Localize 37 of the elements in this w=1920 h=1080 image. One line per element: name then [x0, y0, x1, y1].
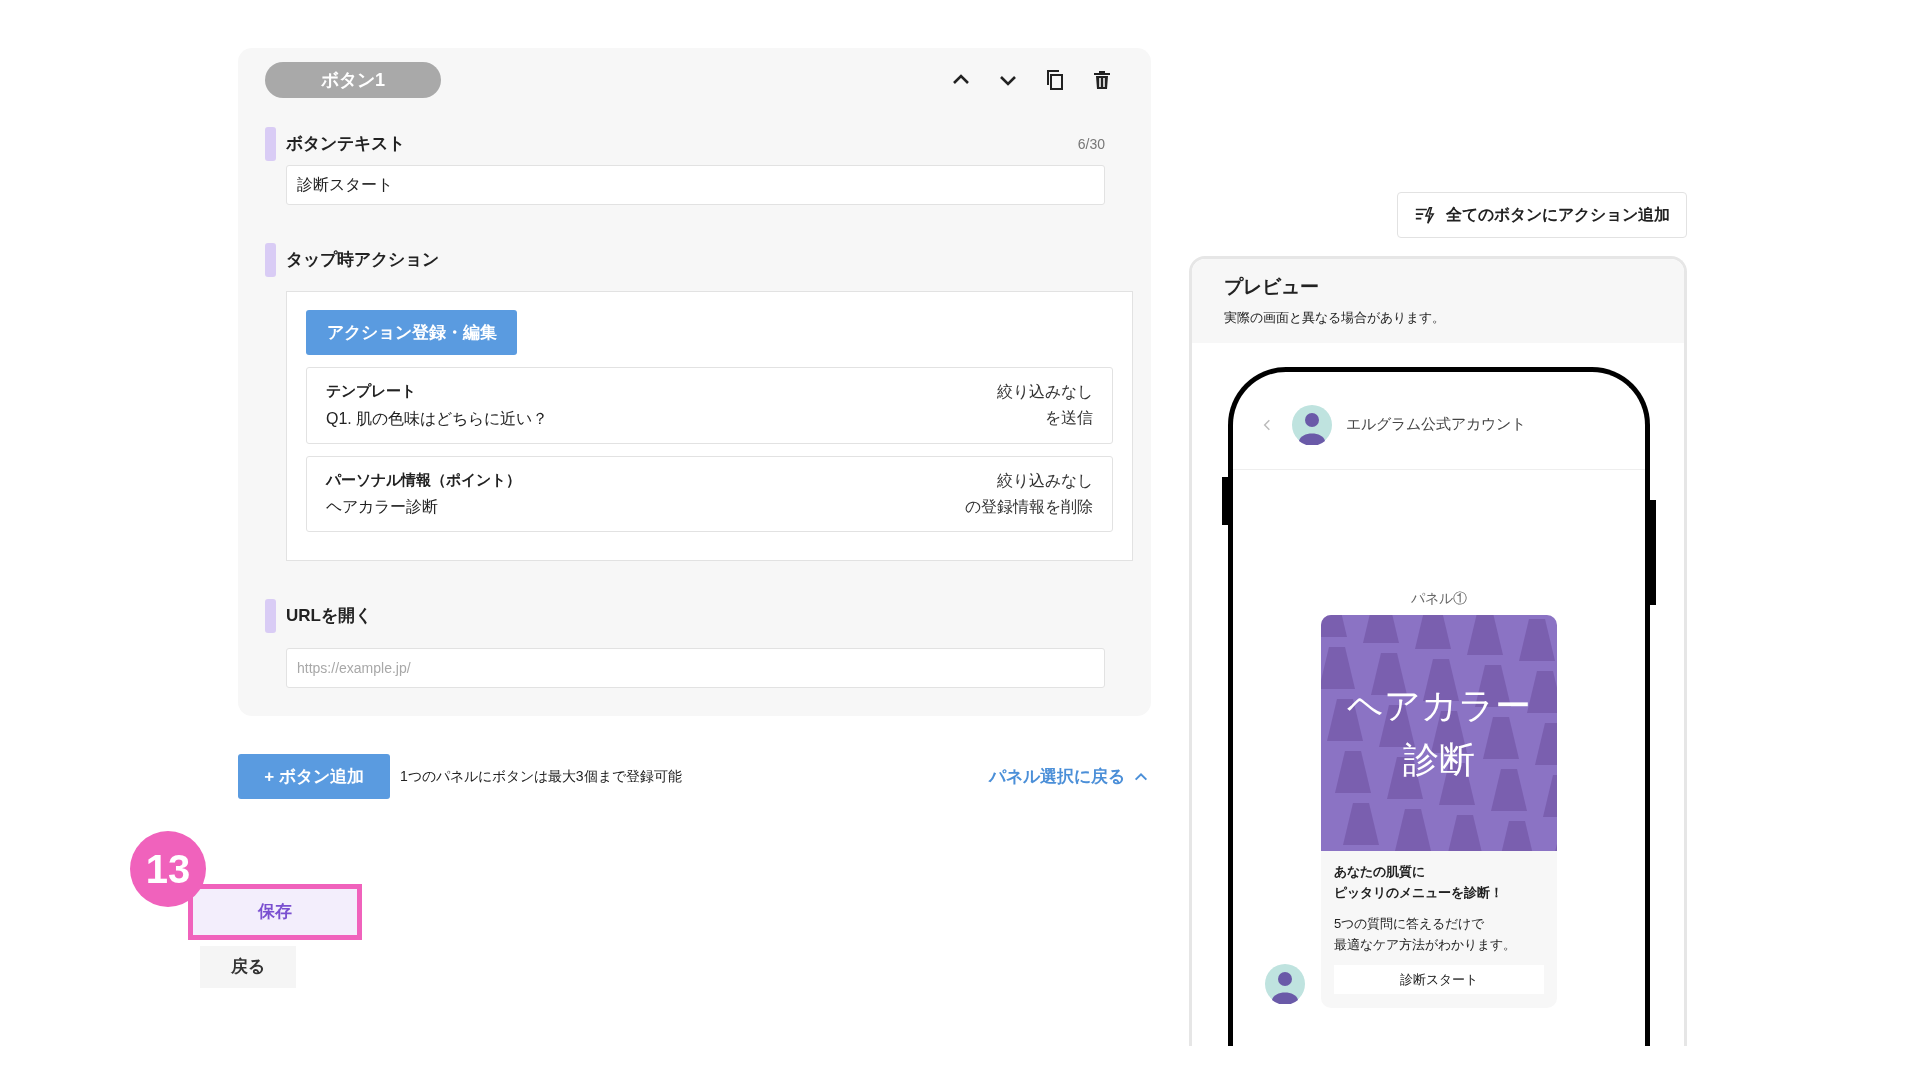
- card-description-line: 最適なケア方法がわかります。: [1334, 936, 1516, 954]
- action-operation: を送信: [1045, 408, 1093, 428]
- save-button[interactable]: 保存: [188, 884, 362, 940]
- section-title: URLを開く: [286, 605, 373, 628]
- preview-title: プレビュー: [1224, 275, 1320, 299]
- panel-label: パネル①: [1411, 589, 1467, 608]
- card-title-line: ピッタリのメニューを診断！: [1334, 884, 1503, 902]
- banner-title-line: ヘアカラー: [1347, 684, 1531, 728]
- card-description-line: 5つの質問に答えるだけで: [1334, 915, 1485, 933]
- text-input-field[interactable]: 診断スタート: [286, 165, 1105, 205]
- avatar-icon: [1292, 404, 1332, 445]
- card-title-line: あなたの肌質に: [1334, 863, 1425, 881]
- step-number-badge: 13: [130, 831, 206, 907]
- url-input-field[interactable]: https://example.jp/: [286, 648, 1105, 688]
- action-filter: 絞り込みなし: [997, 382, 1093, 402]
- section-title: タップ時アクション: [286, 249, 440, 272]
- character-counter: 6/30: [1077, 134, 1105, 154]
- action-type: パーソナル情報（ポイント）: [326, 469, 521, 490]
- action-name: ヘアカラー診断: [326, 497, 439, 517]
- back-button[interactable]: 戻る: [200, 946, 296, 988]
- section-title: ボタンテキスト: [286, 133, 406, 156]
- account-name: エルグラム公式アカウント: [1346, 414, 1526, 435]
- preview-note: 実際の画面と異なる場合があります。: [1224, 308, 1446, 327]
- action-operation: の登録情報を削除: [965, 496, 1093, 517]
- section-marker: [265, 243, 276, 277]
- filter-lightning-icon: [1414, 204, 1436, 226]
- banner-title-line: 診断: [1403, 738, 1475, 782]
- section-marker: [265, 127, 276, 161]
- section-marker: [265, 599, 276, 633]
- action-name: Q1. 肌の色味はどちらに近い？: [326, 408, 549, 429]
- action-filter: 絞り込みなし: [997, 470, 1093, 491]
- limit-note: 1つのパネルにボタンは最大3個まで登録可能: [400, 767, 683, 786]
- button-number-badge: ボタン1: [265, 62, 441, 98]
- add-action-to-all-button[interactable]: 全てのボタンにアクション追加: [1397, 192, 1687, 238]
- card-action-button[interactable]: 診断スタート: [1334, 965, 1544, 994]
- action-type: テンプレート: [326, 381, 417, 401]
- avatar-icon: [1265, 964, 1305, 1004]
